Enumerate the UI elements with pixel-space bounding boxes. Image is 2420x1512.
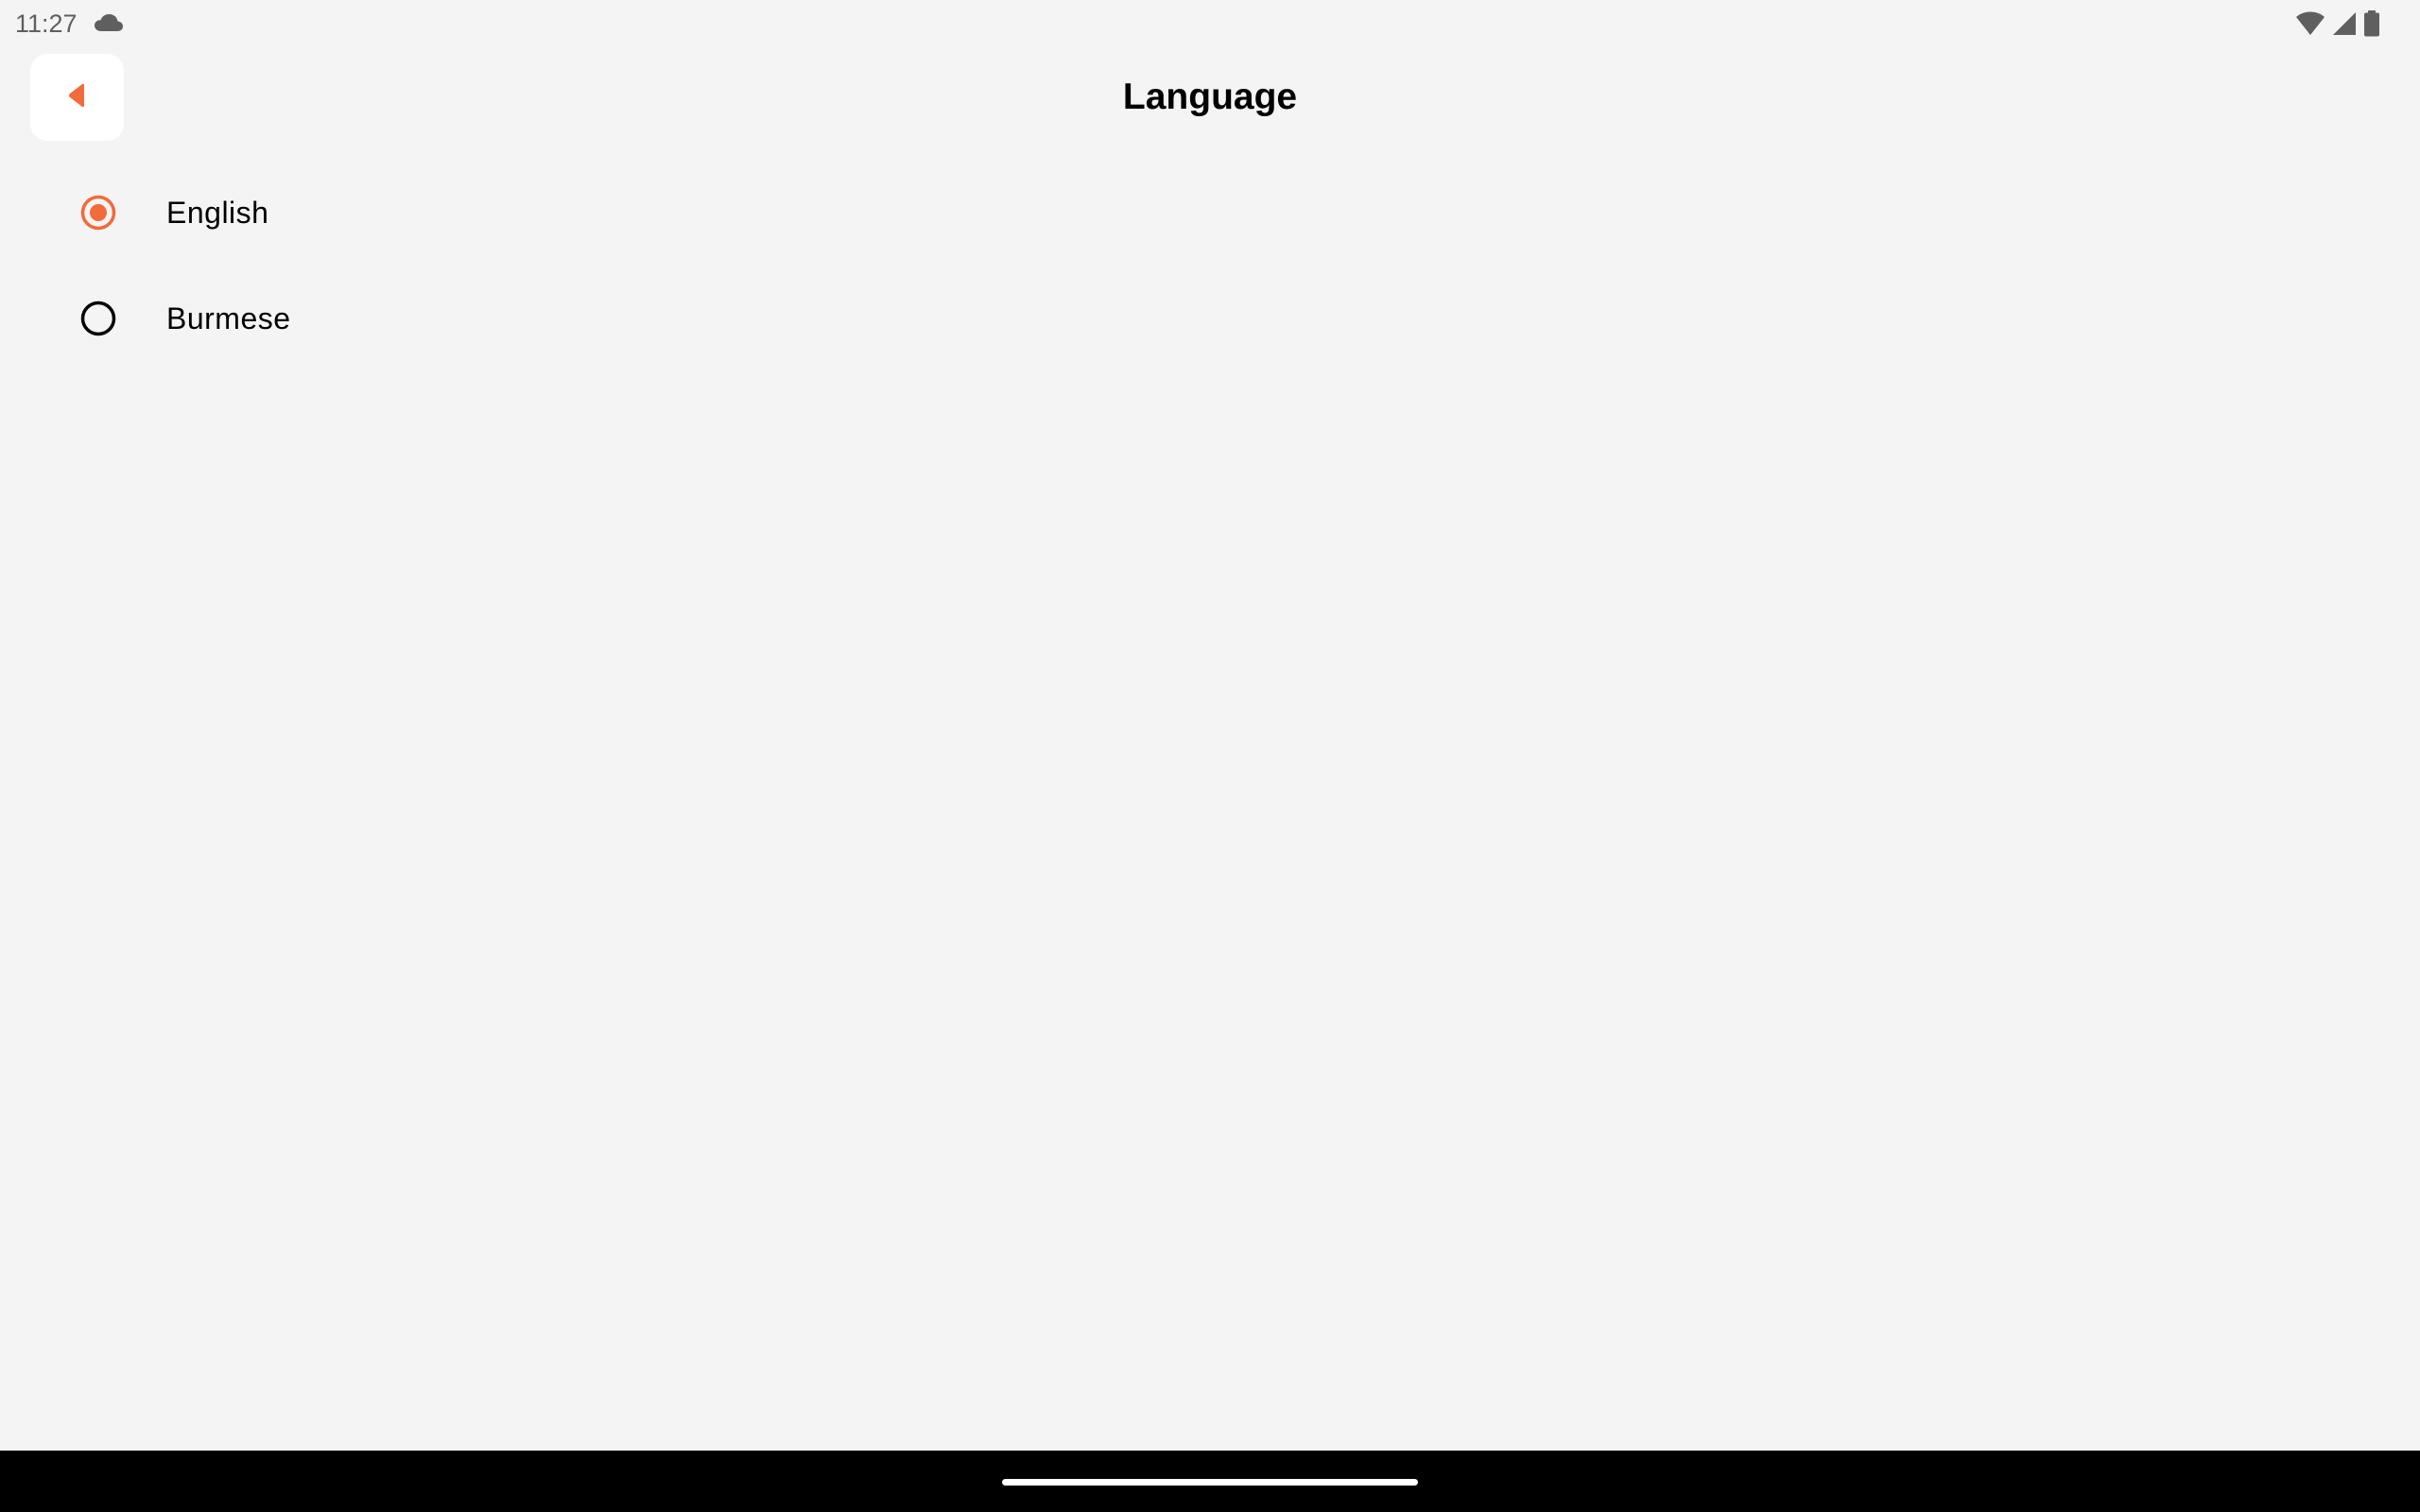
radio-selected-icon[interactable] xyxy=(78,192,119,233)
language-option-burmese[interactable]: Burmese xyxy=(57,281,624,356)
page-title: Language xyxy=(1122,77,1298,117)
cloud-icon xyxy=(93,11,125,34)
cellular-signal-icon xyxy=(2331,11,2358,36)
language-option-english[interactable]: English xyxy=(57,175,624,250)
language-settings-screen: 11:27 Language English Burmese xyxy=(0,0,2420,1512)
navigation-bar xyxy=(0,1451,2420,1512)
status-icons xyxy=(2295,9,2380,38)
status-time: 11:27 xyxy=(15,9,78,38)
radio-unselected-icon[interactable] xyxy=(78,298,119,339)
language-option-label: English xyxy=(166,195,269,230)
battery-icon xyxy=(2363,10,2380,37)
wifi-icon xyxy=(2295,11,2325,36)
status-bar: 11:27 xyxy=(0,0,2420,47)
language-option-label: Burmese xyxy=(166,301,291,335)
home-indicator[interactable] xyxy=(1002,1479,1418,1486)
